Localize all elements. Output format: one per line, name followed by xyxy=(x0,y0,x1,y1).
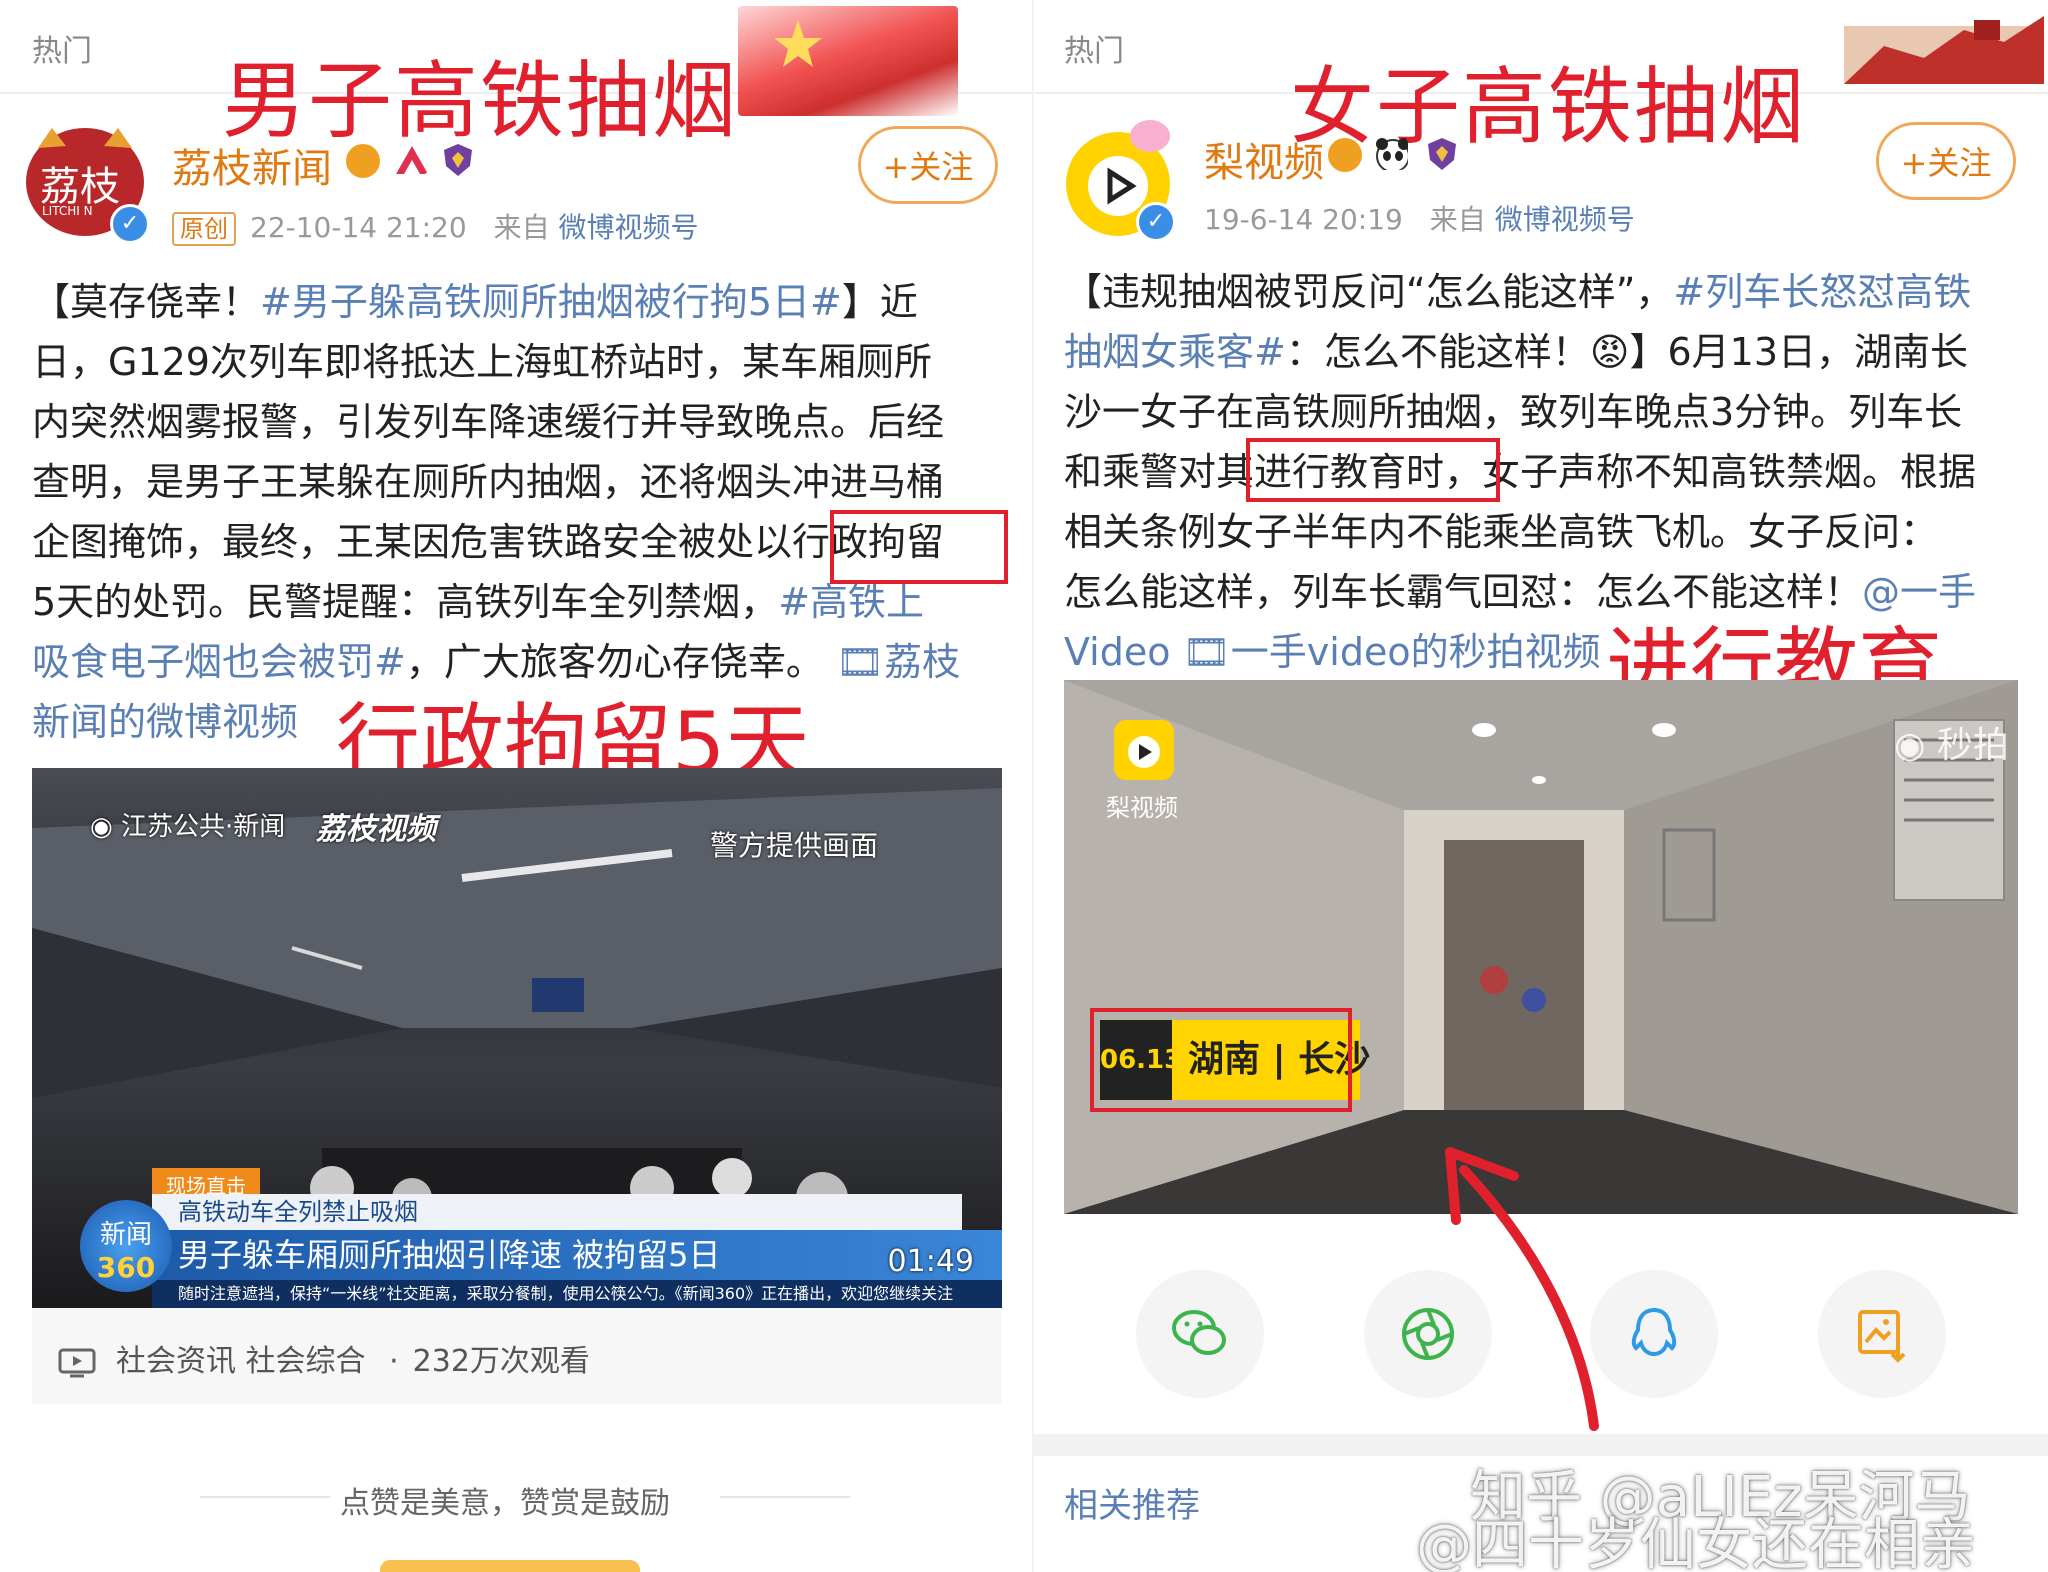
post-meta: 19-6-14 20:19 来自 微博视频号 xyxy=(1204,198,1635,238)
subheadline: 高铁动车全列禁止吸烟 xyxy=(152,1194,962,1230)
body-text: 企图掩饰，最终，王某因危害铁路安全被处以 xyxy=(32,520,793,564)
camera-icon: ◉ xyxy=(1894,725,1926,766)
video-link[interactable]: 新闻的微博视频 xyxy=(32,700,298,744)
body-text: ：怎么不能这样！😡】6月13日，湖南长 xyxy=(1285,330,1968,374)
hot-tab[interactable]: 热门 xyxy=(32,26,92,70)
related-recommendations[interactable]: 相关推荐 xyxy=(1064,1478,1200,1527)
highlight-box xyxy=(830,510,1008,584)
crown-badge-icon xyxy=(346,144,380,178)
follow-button[interactable]: +关注 xyxy=(858,126,998,204)
body-text: 相关条例女子半年内不能乘坐高铁飞机。女子反问： xyxy=(1064,510,1939,554)
video-player[interactable]: 梨视频 ◉ 秒拍 06.13 湖南 | 长沙 xyxy=(1064,680,2018,1214)
moments-icon xyxy=(1402,1308,1454,1360)
mention-link[interactable]: Video xyxy=(1064,630,1170,674)
share-wechat-button[interactable] xyxy=(1136,1270,1264,1398)
channel-logo: ◉ 江苏公共·新闻 xyxy=(90,806,285,843)
channel-logo-icon: ◉ xyxy=(90,812,113,842)
left-weibo-post: 热门 男子高铁抽烟 荔枝 LITCHI N ✓ 荔枝新闻 +关注 原创 22-10… xyxy=(0,0,1034,1572)
save-image-icon xyxy=(1858,1310,1906,1363)
police-caption: 警方提供画面 xyxy=(710,829,879,862)
panda-badge-icon xyxy=(1376,138,1408,170)
share-qq-button[interactable] xyxy=(1590,1270,1718,1398)
miaopai-watermark-text: 秒拍 xyxy=(1936,725,2009,766)
post-source[interactable]: 微博视频号 xyxy=(1495,203,1635,236)
verified-icon: ✓ xyxy=(1136,202,1176,242)
body-text: 内突然烟雾报警，引发列车降速缓行并导致晚点。后经 xyxy=(32,400,945,444)
divider-line xyxy=(200,1496,330,1498)
qq-icon xyxy=(1631,1307,1677,1357)
post-meta: 原创 22-10-14 21:20 来自 微博视频号 xyxy=(172,206,699,246)
divider-line xyxy=(720,1496,850,1498)
body-text: 】近 xyxy=(841,280,918,324)
body-text: 和乘警对其 xyxy=(1064,450,1255,494)
train-corridor-image xyxy=(1064,680,2018,1214)
pig-sticker-icon xyxy=(1130,120,1170,152)
annotation-title: 女子高铁抽烟 xyxy=(1290,58,1807,156)
video-link[interactable]: 🎞一手video的秒拍视频 xyxy=(1170,630,1601,674)
post-timestamp: 22-10-14 21:20 xyxy=(250,211,467,244)
body-text: ，女子声称不知高铁禁烟。根据 xyxy=(1444,450,1977,494)
post-source[interactable]: 微博视频号 xyxy=(559,211,699,244)
body-text: 5天的处罚。民警提醒：高铁列车全列禁烟， xyxy=(32,580,779,624)
from-label: 来自 xyxy=(493,211,550,244)
great-wall-decoration xyxy=(1844,16,2044,84)
highlight-box xyxy=(1246,438,1500,502)
play-icon xyxy=(1128,736,1160,768)
hot-tab[interactable]: 热门 xyxy=(1064,26,1124,70)
body-text: 沙一女子在高铁厕所抽烟，致列车晚点3分钟。列车长 xyxy=(1064,390,1963,434)
hashtag-link[interactable]: #高铁上 xyxy=(778,580,924,624)
video-icon xyxy=(58,1348,96,1377)
hashtag-link[interactable]: #男子躲高铁厕所抽烟被行拘5日# xyxy=(260,280,842,324)
hashtag-link[interactable]: #列车长怒怼高铁 xyxy=(1673,270,1971,314)
body-text: 【莫存侥幸！ xyxy=(32,280,261,324)
ticker: 随时注意遮挡，保持“一米线”社交距离，采取分餐制，使用公筷公勺。《新闻360》正… xyxy=(152,1280,1002,1308)
channel-name: 江苏公共·新闻 xyxy=(120,812,286,842)
account-name[interactable]: 梨视频 xyxy=(1204,130,1324,188)
reward-button[interactable] xyxy=(380,1560,640,1572)
from-label: 来自 xyxy=(1429,203,1486,236)
news360-logo-top: 新闻 xyxy=(99,1220,152,1250)
original-badge: 原创 xyxy=(172,212,236,246)
hashtag-link[interactable]: 抽烟女乘客# xyxy=(1064,330,1286,374)
video-duration: 01:49 xyxy=(887,1244,974,1279)
follow-button[interactable]: +关注 xyxy=(1876,122,2016,200)
separator-dot: · xyxy=(389,1344,399,1379)
body-text: 查明，是男子王某躲在厕所内抽烟，还将烟头冲进马桶 xyxy=(32,460,945,504)
video-category: 社会资讯 社会综合 xyxy=(116,1344,366,1379)
crown-badge-icon xyxy=(1328,138,1362,172)
account-name[interactable]: 荔枝新闻 xyxy=(172,136,332,194)
video-info: 社会资讯 社会综合 · 232万次观看 xyxy=(58,1336,590,1380)
star-icon xyxy=(774,20,822,67)
video-link[interactable]: 🎞荔枝 xyxy=(824,640,960,684)
body-text: 日，G129次列车即将抵达上海虹桥站时，某车厢厕所 xyxy=(32,340,932,384)
pear-video-logo-text: 梨视频 xyxy=(1106,794,1178,822)
video-player[interactable]: ◉ 江苏公共·新闻 荔枝视频 警方提供画面 现场直击 高铁动车全列禁止吸烟 男子… xyxy=(32,768,1002,1308)
flag-decoration xyxy=(738,6,958,116)
body-text: 【违规抽烟被罚反问“怎么能这样”， xyxy=(1064,270,1674,314)
highlight-box xyxy=(1090,1008,1352,1112)
news360-logo-bottom: 360 xyxy=(96,1251,156,1284)
shield-badge-icon xyxy=(444,144,472,176)
litchi-video-logo: 荔枝视频 xyxy=(316,812,436,847)
account-avatar[interactable]: ✓ xyxy=(1066,120,1176,242)
pear-video-logo xyxy=(1114,720,1174,780)
miaopai-watermark: ◉ 秒拍 xyxy=(1894,716,2009,768)
reward-hint: 点赞是美意，赞赏是鼓励 xyxy=(340,1486,670,1521)
share-moments-button[interactable] xyxy=(1364,1270,1492,1398)
post-timestamp: 19-6-14 20:19 xyxy=(1204,203,1403,236)
shield-badge-icon xyxy=(1428,138,1456,170)
save-image-button[interactable] xyxy=(1818,1270,1946,1398)
weibo-watermark: @四十岁仙女还在相亲 xyxy=(1416,1513,1976,1572)
wechat-icon xyxy=(1172,1310,1226,1355)
account-avatar[interactable]: 荔枝 LITCHI N ✓ xyxy=(26,128,150,244)
news360-logo: 新闻 360 xyxy=(80,1200,172,1292)
avatar-subtext: LITCHI N xyxy=(42,204,93,218)
headline: 男子躲车厢厕所抽烟引降速 被拘留5日 xyxy=(152,1230,1002,1280)
right-weibo-post: 热门 女子高铁抽烟 ✓ 梨视频 +关注 19-6-14 20:19 来自 微博视… xyxy=(1034,0,2048,1572)
verified-icon: ✓ xyxy=(110,204,150,244)
view-count: 232万次观看 xyxy=(412,1344,590,1379)
arrow-badge-icon xyxy=(396,146,428,174)
